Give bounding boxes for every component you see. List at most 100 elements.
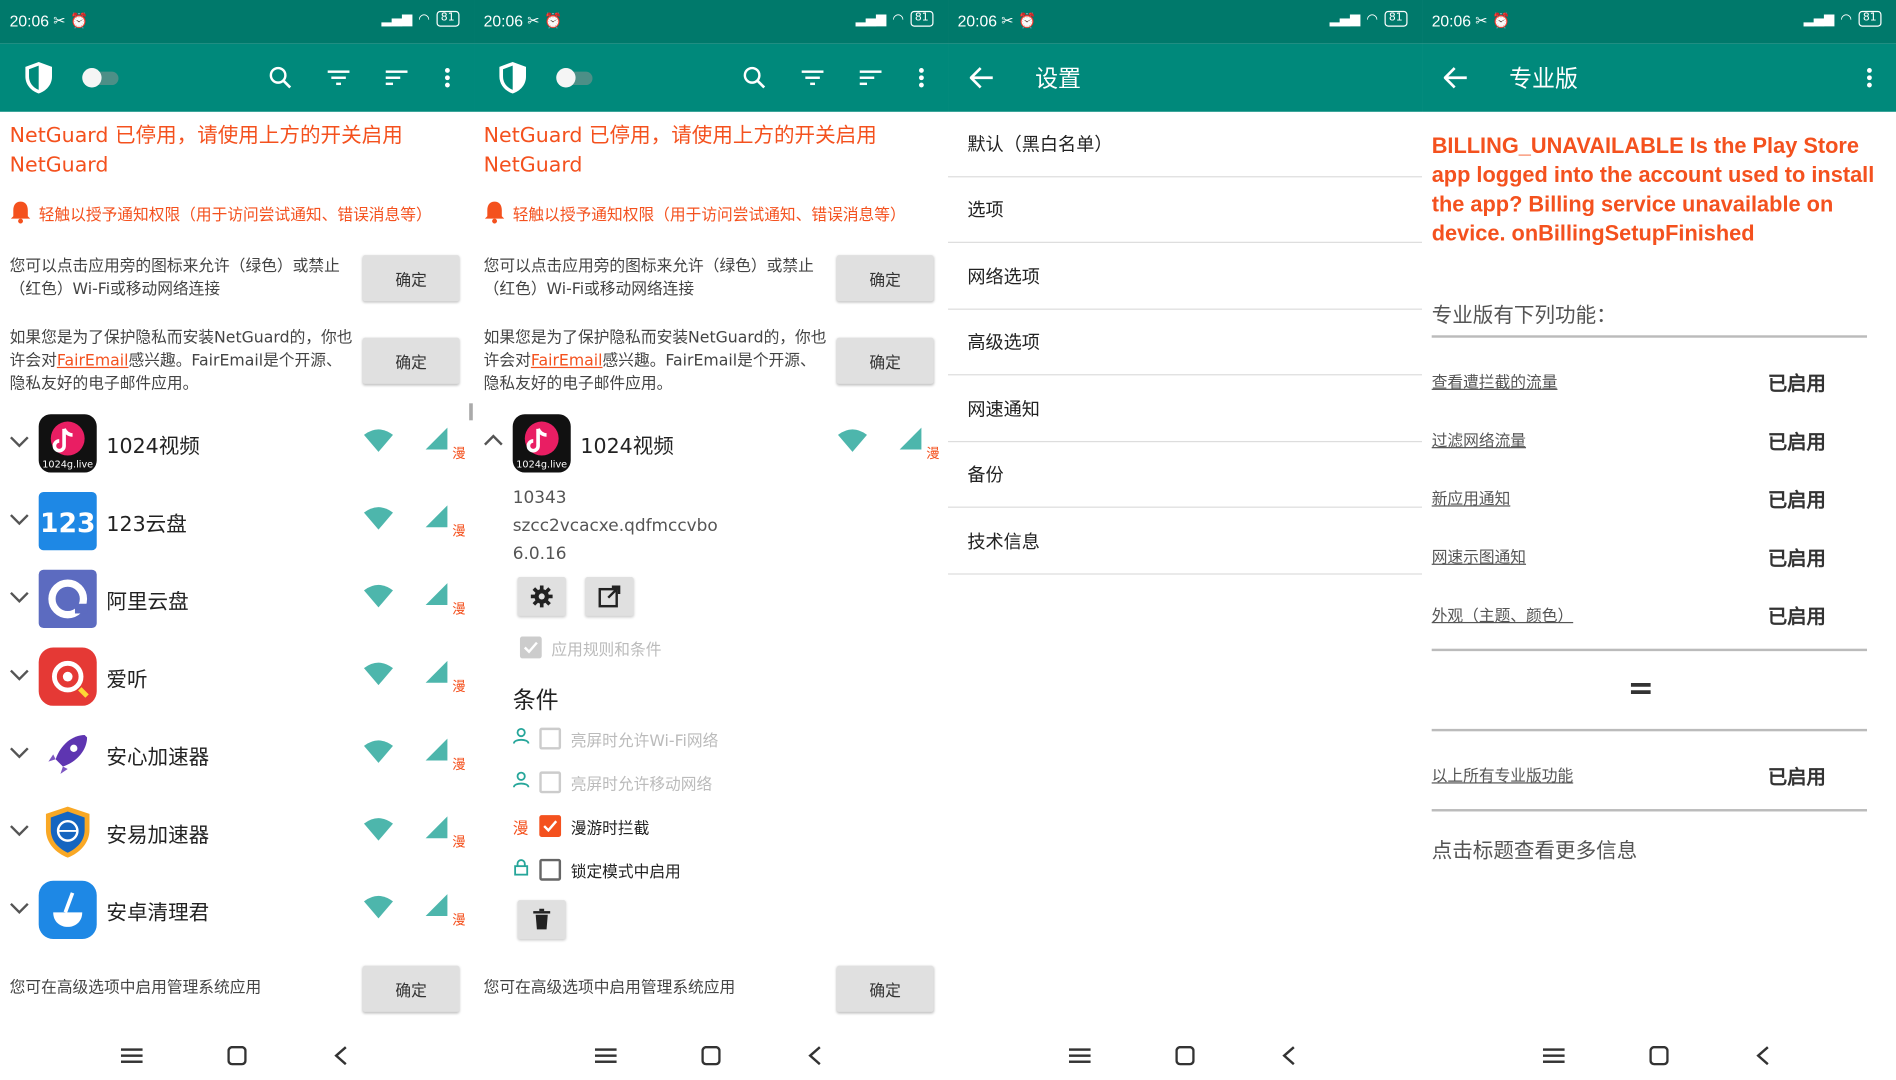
ok-button-hint2[interactable]: 确定 [362, 337, 460, 384]
wifi-allow-icon[interactable] [363, 662, 394, 686]
mobile-allow-icon[interactable] [423, 893, 450, 917]
cond-lockdown-checkbox[interactable] [539, 858, 562, 881]
pro-feature-label[interactable]: 过滤网络流量 [1432, 428, 1526, 450]
mobile-allow-icon[interactable] [423, 426, 450, 450]
enable-toggle[interactable] [77, 61, 125, 95]
back-arrow-icon[interactable] [965, 61, 999, 95]
app-row[interactable]: 123 123云盘 漫 [0, 482, 474, 560]
mobile-allow-icon[interactable] [423, 815, 450, 839]
menu-nav-icon[interactable] [115, 1039, 149, 1073]
app-settings-button[interactable] [517, 577, 566, 616]
home-nav-icon[interactable] [1642, 1039, 1676, 1073]
wifi-allow-icon[interactable] [363, 429, 394, 453]
cond-screen-wifi-checkbox[interactable] [539, 727, 562, 750]
menu-nav-icon[interactable] [589, 1039, 623, 1073]
search-icon[interactable] [264, 61, 298, 95]
settings-item-speed[interactable]: 网速通知 [948, 377, 1423, 443]
chevron-down-icon[interactable] [7, 507, 31, 531]
filter-icon[interactable] [796, 61, 830, 95]
settings-item-advanced[interactable]: 高级选项 [948, 310, 1423, 376]
chevron-down-icon[interactable] [7, 818, 31, 842]
wifi-allow-icon[interactable] [363, 740, 394, 764]
mobile-allow-icon[interactable] [897, 426, 924, 450]
mobile-allow-icon[interactable] [423, 660, 450, 684]
back-nav-icon[interactable] [1272, 1039, 1306, 1073]
filter-icon[interactable] [322, 61, 356, 95]
ok-button-hint2[interactable]: 确定 [836, 337, 934, 384]
chevron-down-icon[interactable] [7, 740, 31, 764]
menu-nav-icon[interactable] [1537, 1039, 1571, 1073]
fairemail-link[interactable]: FairEmail [57, 352, 129, 370]
app-row[interactable]: 安心加速器 漫 [0, 716, 474, 794]
back-nav-icon[interactable] [324, 1039, 358, 1073]
back-arrow-icon[interactable] [1439, 61, 1473, 95]
back-nav-icon[interactable] [798, 1039, 832, 1073]
pro-feature-label[interactable]: 网速示图通知 [1432, 544, 1526, 567]
more-options-icon[interactable] [430, 61, 464, 95]
wifi-allow-icon[interactable] [363, 584, 394, 608]
pro-feature-label[interactable]: 新应用通知 [1432, 486, 1511, 509]
app-name: 安易加速器 [106, 823, 210, 848]
pro-feature-label[interactable]: 查看遭拦截的流量 [1432, 369, 1558, 392]
sort-icon[interactable] [380, 61, 414, 95]
more-options-icon[interactable] [1852, 61, 1886, 95]
cond-roaming-row[interactable]: 漫 漫游时拦截 [513, 813, 649, 840]
apply-rules-checkbox[interactable] [519, 636, 542, 659]
chevron-up-icon[interactable] [481, 429, 505, 453]
ok-button-system[interactable]: 确定 [836, 965, 934, 1012]
settings-item-options[interactable]: 选项 [948, 177, 1423, 243]
wifi-allow-icon[interactable] [363, 507, 394, 531]
cond-screen-mobile-row[interactable]: 亮屏时允许移动网络 [513, 769, 712, 796]
app-row[interactable]: 阿里云盘 漫 [0, 560, 474, 638]
cond-lockdown-row[interactable]: 锁定模式中启用 [513, 856, 681, 883]
sort-icon[interactable] [854, 61, 888, 95]
app-row[interactable]: 安卓清理君 漫 [0, 871, 474, 949]
wifi-allow-icon[interactable] [837, 429, 868, 453]
settings-item-backup[interactable]: 备份 [948, 442, 1423, 508]
pro-feature-label[interactable]: 外观（主题、颜色） [1432, 603, 1573, 625]
mobile-allow-icon[interactable] [423, 504, 450, 528]
ok-button-system[interactable]: 确定 [362, 965, 460, 1012]
home-nav-icon[interactable] [1168, 1039, 1202, 1073]
ok-button-hint1[interactable]: 确定 [836, 255, 934, 302]
menu-nav-icon[interactable] [1063, 1039, 1097, 1073]
settings-item-tech[interactable]: 技术信息 [948, 509, 1423, 575]
wifi-allow-icon[interactable] [363, 895, 394, 919]
back-nav-icon[interactable] [1746, 1039, 1780, 1073]
wifi-allow-icon[interactable] [363, 818, 394, 842]
mobile-allow-icon[interactable] [423, 737, 450, 761]
roaming-mark: 漫 [452, 679, 466, 695]
pro-feature-status: 已启用 [1767, 488, 1826, 512]
status-notification-icons: ✂ ⏰ [1001, 12, 1037, 30]
chevron-down-icon[interactable] [7, 429, 31, 453]
notification-permission-prompt[interactable]: 轻触以授予通知权限（用于访问尝试通知、错误消息等） [10, 199, 469, 232]
home-nav-icon[interactable] [220, 1039, 254, 1073]
app-row[interactable]: 爱听 漫 [0, 638, 474, 716]
home-nav-icon[interactable] [694, 1039, 728, 1073]
search-icon[interactable] [738, 61, 772, 95]
app-row[interactable]: 安易加速器 漫 [0, 793, 474, 871]
settings-item-defaults[interactable]: 默认（黑白名单） [948, 112, 1423, 178]
disabled-warning[interactable]: NetGuard 已停用，请使用上方的开关启用 NetGuard [484, 121, 931, 179]
settings-item-network[interactable]: 网络选项 [948, 244, 1423, 310]
divider [1431, 648, 1868, 652]
chevron-down-icon[interactable] [7, 584, 31, 608]
cond-screen-mobile-checkbox[interactable] [539, 771, 562, 794]
app-row-expanded[interactable]: 1024g.live 1024视频 漫 [474, 405, 948, 483]
chevron-down-icon[interactable] [7, 662, 31, 686]
ok-button-hint1[interactable]: 确定 [362, 255, 460, 302]
cond-screen-wifi-row[interactable]: 亮屏时允许Wi-Fi网络 [513, 725, 718, 752]
delete-button[interactable] [517, 900, 566, 940]
cond-roaming-checkbox[interactable] [539, 815, 562, 837]
notification-permission-prompt[interactable]: 轻触以授予通知权限（用于访问尝试通知、错误消息等） [484, 199, 943, 232]
apply-rules-row[interactable]: 应用规则和条件 [519, 634, 661, 661]
enable-toggle[interactable] [551, 61, 599, 95]
app-row[interactable]: 1024g.live 1024视频 漫 [0, 405, 474, 483]
open-app-button[interactable] [585, 577, 634, 616]
fairemail-link[interactable]: FairEmail [531, 352, 603, 370]
pro-all-label[interactable]: 以上所有专业版功能 [1432, 763, 1573, 786]
disabled-warning[interactable]: NetGuard 已停用，请使用上方的开关启用 NetGuard [10, 121, 457, 179]
more-options-icon[interactable] [904, 61, 938, 95]
mobile-allow-icon[interactable] [423, 582, 450, 606]
chevron-down-icon[interactable] [7, 895, 31, 919]
